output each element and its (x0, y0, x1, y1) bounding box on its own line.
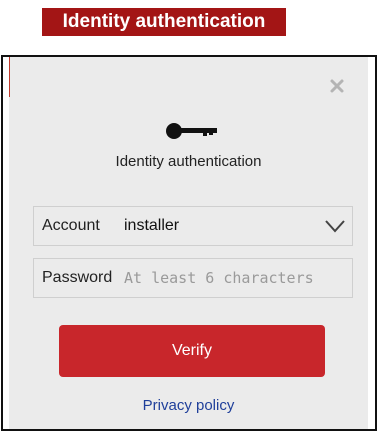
password-label: Password (42, 269, 113, 286)
chevron-down-icon[interactable] (324, 218, 346, 234)
password-input[interactable] (124, 260, 349, 296)
page-title-banner: Identity authentication (42, 8, 286, 36)
dialog-edge-accent (9, 57, 10, 97)
account-select[interactable]: Account installer (33, 206, 353, 246)
account-label: Account (42, 217, 100, 234)
privacy-policy-link[interactable]: Privacy policy (9, 397, 368, 414)
close-icon[interactable] (327, 76, 347, 96)
account-value: installer (124, 217, 180, 234)
key-icon (166, 123, 217, 139)
verify-button[interactable]: Verify (59, 325, 325, 377)
password-field: Password (33, 258, 353, 298)
dialog-heading: Identity authentication (115, 153, 262, 170)
